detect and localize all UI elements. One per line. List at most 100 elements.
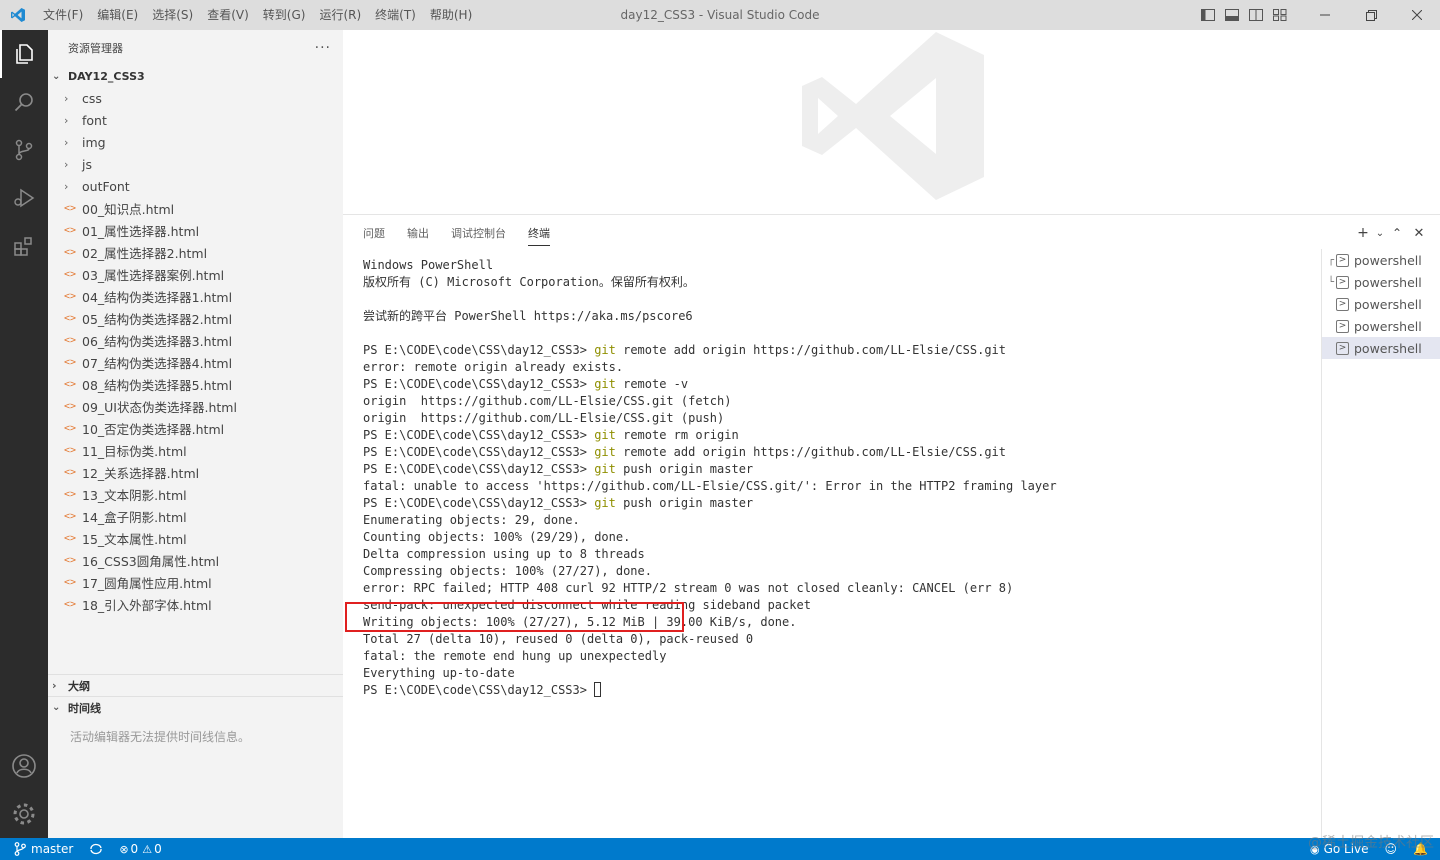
restore-icon[interactable] xyxy=(1348,0,1394,30)
file-item[interactable]: <> 01_属性选择器.html xyxy=(48,219,343,241)
file-label: 16_CSS3圆角属性.html xyxy=(82,553,220,569)
menu-item[interactable]: 查看(V) xyxy=(200,0,256,30)
workspace-root-folder[interactable]: ⌄ DAY12_CSS3 xyxy=(48,65,343,87)
menu-item[interactable]: 文件(F) xyxy=(36,0,90,30)
new-terminal-plus-icon[interactable]: + xyxy=(1352,223,1374,243)
file-item[interactable]: <> 10_否定伪类选择器.html xyxy=(48,417,343,439)
run-debug-icon[interactable] xyxy=(0,174,48,222)
file-item[interactable]: <> 13_文本阴影.html xyxy=(48,483,343,505)
terminal-prompt: PS E:\CODE\code\CSS\day12_CSS3> xyxy=(363,428,595,442)
terminal-icon: > xyxy=(1336,297,1349,311)
folder-item[interactable]: › outFont xyxy=(48,175,343,197)
file-item[interactable]: <> 09_UI状态伪类选择器.html xyxy=(48,395,343,417)
terminal-icon: > xyxy=(1336,275,1349,289)
problems-indicator[interactable]: ⊗ 0 ⚠ 0 xyxy=(111,838,169,860)
sync-icon[interactable] xyxy=(81,838,111,860)
branch-name: master xyxy=(31,842,74,856)
panel-tab[interactable]: 终端 xyxy=(528,221,550,246)
terminal-instance[interactable]: > powershell xyxy=(1322,315,1440,337)
folder-item[interactable]: › font xyxy=(48,109,343,131)
file-item[interactable]: <> 14_盒子阴影.html xyxy=(48,505,343,527)
file-item[interactable]: <> 02_属性选择器2.html xyxy=(48,241,343,263)
menu-item[interactable]: 终端(T) xyxy=(368,0,423,30)
terminal-line: fatal: unable to access 'https://github.… xyxy=(363,478,1318,495)
file-item[interactable]: <> 16_CSS3圆角属性.html xyxy=(48,549,343,571)
close-panel-icon[interactable]: ✕ xyxy=(1408,223,1430,243)
menu-item[interactable]: 转到(G) xyxy=(256,0,313,30)
timeline-section[interactable]: ⌄ 时间线 xyxy=(48,696,343,718)
menu-item[interactable]: 帮助(H) xyxy=(423,0,479,30)
html-file-icon: <> xyxy=(64,334,77,346)
html-file-icon: <> xyxy=(64,576,77,588)
terminal-line: 版权所有 (C) Microsoft Corporation。保留所有权利。 xyxy=(363,274,1318,291)
account-icon[interactable] xyxy=(0,742,48,790)
file-item[interactable]: <> 15_文本属性.html xyxy=(48,527,343,549)
error-count: 0 xyxy=(130,842,139,856)
file-item[interactable]: <> 11_目标伪类.html xyxy=(48,439,343,461)
terminal-instance[interactable]: └ > powershell xyxy=(1322,271,1440,293)
terminal-instance-label: powershell xyxy=(1354,274,1422,290)
html-file-icon: <> xyxy=(64,356,77,368)
chevron-right-icon: › xyxy=(52,679,57,692)
terminal-args: push origin master xyxy=(615,496,754,510)
panel-tab[interactable]: 输出 xyxy=(407,221,429,245)
folder-item[interactable]: › img xyxy=(48,131,343,153)
terminal-text: error: remote origin already exists. xyxy=(363,360,624,374)
terminal-instance[interactable]: > powershell xyxy=(1322,293,1440,315)
panel-tab[interactable]: 调试控制台 xyxy=(451,221,506,245)
terminal-instance[interactable]: ┌ > powershell xyxy=(1322,249,1440,271)
terminal-args: remote -v xyxy=(615,377,689,391)
terminal-line: Everything up-to-date xyxy=(363,665,1318,682)
file-item[interactable]: <> 08_结构伪类选择器5.html xyxy=(48,373,343,395)
html-file-icon: <> xyxy=(64,488,77,500)
explorer-title: 资源管理器 xyxy=(68,41,123,55)
file-label: 04_结构伪类选择器1.html xyxy=(82,289,233,305)
panel-tab[interactable]: 问题 xyxy=(363,221,385,245)
menu-item[interactable]: 编辑(E) xyxy=(90,0,145,30)
explorer-icon[interactable] xyxy=(0,30,48,78)
minimize-icon[interactable] xyxy=(1302,0,1348,30)
folder-label: js xyxy=(82,156,92,172)
menu-item[interactable]: 运行(R) xyxy=(312,0,368,30)
folder-item[interactable]: › js xyxy=(48,153,343,175)
html-file-icon: <> xyxy=(64,598,77,610)
terminal-line: PS E:\CODE\code\CSS\day12_CSS3> xyxy=(363,682,1318,699)
branch-indicator[interactable]: master xyxy=(0,838,81,860)
file-item[interactable]: <> 05_结构伪类选择器2.html xyxy=(48,307,343,329)
activity-bar xyxy=(0,30,48,838)
terminal-dropdown-chevron-icon[interactable]: ⌄ xyxy=(1374,223,1386,243)
search-icon[interactable] xyxy=(0,78,48,126)
terminal-output[interactable]: Windows PowerShell 版权所有 (C) Microsoft Cor… xyxy=(363,257,1318,699)
terminal-text: 尝试新的跨平台 PowerShell https://aka.ms/pscore… xyxy=(363,309,693,323)
terminal-text: Everything up-to-date xyxy=(363,666,515,680)
file-item[interactable]: <> 00_知识点.html xyxy=(48,197,343,219)
folder-label: font xyxy=(82,112,107,128)
folder-item[interactable]: › css xyxy=(48,87,343,109)
file-label: 07_结构伪类选择器4.html xyxy=(82,355,233,371)
terminal-args: remote add origin https://github.com/LL-… xyxy=(615,445,1007,459)
maximize-panel-icon[interactable]: ⌃ xyxy=(1386,223,1408,243)
terminal-instance[interactable]: > powershell xyxy=(1322,337,1440,359)
file-item[interactable]: <> 03_属性选择器案例.html xyxy=(48,263,343,285)
file-item[interactable]: <> 12_关系选择器.html xyxy=(48,461,343,483)
html-file-icon: <> xyxy=(64,444,77,456)
terminal-line: PS E:\CODE\code\CSS\day12_CSS3> git remo… xyxy=(363,342,1318,359)
close-icon[interactable] xyxy=(1394,0,1440,30)
terminal-text: fatal: unable to access 'https://github.… xyxy=(363,479,1057,493)
file-item[interactable]: <> 06_结构伪类选择器3.html xyxy=(48,329,343,351)
toggle-panel-icon[interactable] xyxy=(1220,0,1244,30)
toggle-secondary-sidebar-icon[interactable] xyxy=(1244,0,1268,30)
file-item[interactable]: <> 07_结构伪类选择器4.html xyxy=(48,351,343,373)
file-item[interactable]: <> 17_圆角属性应用.html xyxy=(48,571,343,593)
customize-layout-icon[interactable] xyxy=(1268,0,1292,30)
more-actions-icon[interactable]: ··· xyxy=(315,40,331,56)
outline-section[interactable]: › 大纲 xyxy=(48,674,343,696)
source-control-icon[interactable] xyxy=(0,126,48,174)
file-item[interactable]: <> 04_结构伪类选择器1.html xyxy=(48,285,343,307)
workspace-root-label: DAY12_CSS3 xyxy=(68,69,145,83)
settings-gear-icon[interactable] xyxy=(0,790,48,838)
file-item[interactable]: <> 18_引入外部字体.html xyxy=(48,593,343,615)
menu-item[interactable]: 选择(S) xyxy=(145,0,200,30)
toggle-sidebar-icon[interactable] xyxy=(1196,0,1220,30)
extensions-icon[interactable] xyxy=(0,222,48,270)
